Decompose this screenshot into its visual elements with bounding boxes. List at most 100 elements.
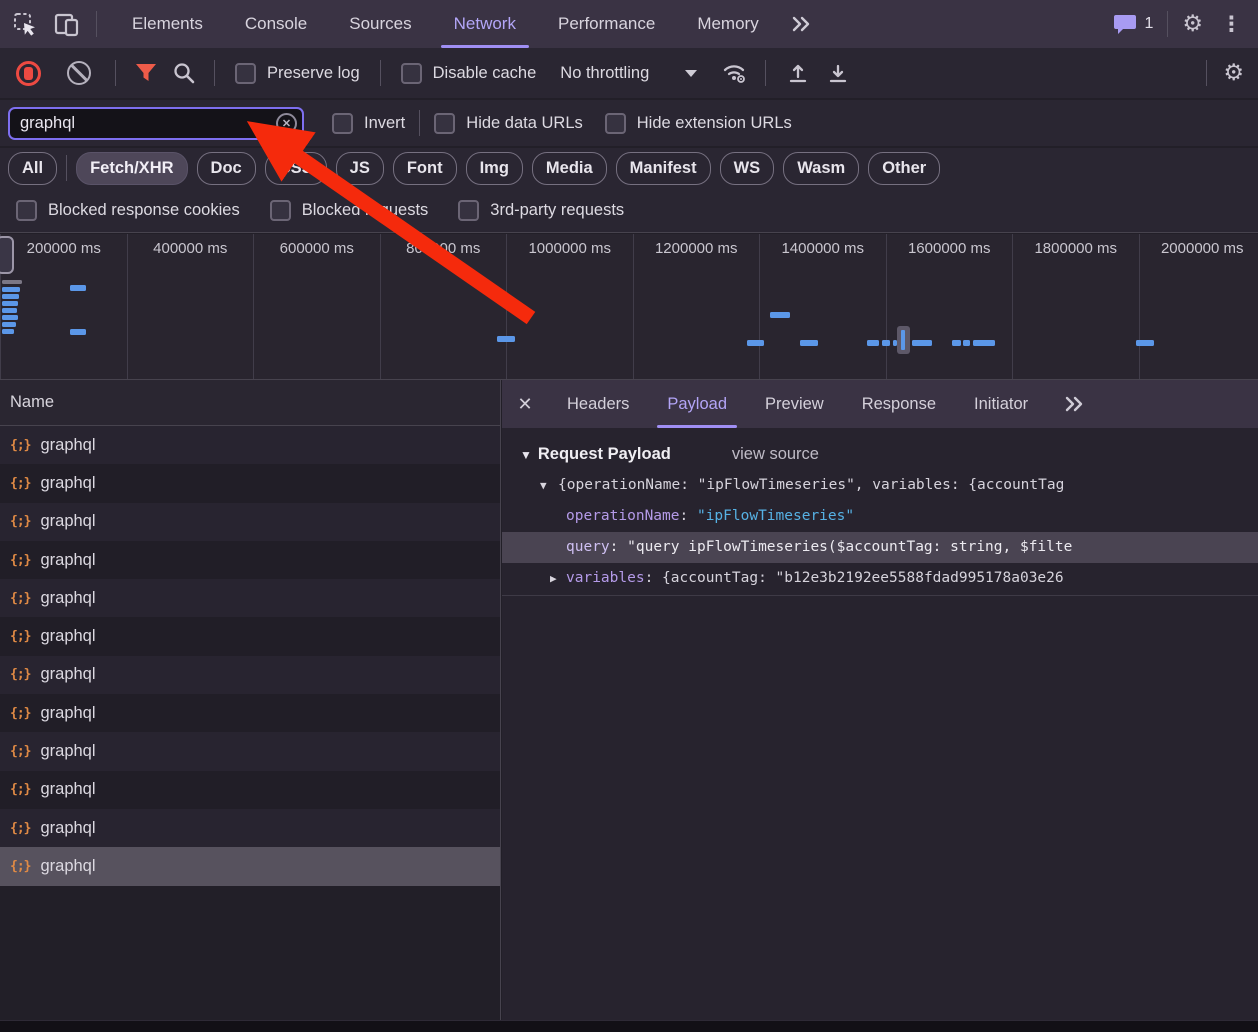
clear-filter-icon[interactable]: ✕ bbox=[276, 113, 297, 134]
request-row[interactable]: {;}graphql bbox=[0, 656, 500, 694]
tab-memory[interactable]: Memory bbox=[676, 0, 779, 48]
payload-line[interactable]: ▼{operationName: "ipFlowTimeseries", var… bbox=[502, 470, 1258, 501]
request-row[interactable]: {;}graphql bbox=[0, 771, 500, 809]
blocked-requests-checkbox[interactable] bbox=[270, 200, 291, 221]
invert-checkbox[interactable] bbox=[332, 113, 353, 134]
details-tab-preview[interactable]: Preview bbox=[746, 380, 843, 428]
kebab-menu-icon[interactable]: ⋮ bbox=[1217, 14, 1246, 35]
blocked-response-cookies-label[interactable]: Blocked response cookies bbox=[48, 201, 240, 220]
3rd-party-requests-label[interactable]: 3rd-party requests bbox=[490, 201, 624, 220]
request-row[interactable]: {;}graphql bbox=[0, 847, 500, 885]
issues-counter[interactable]: 1 bbox=[1113, 13, 1153, 35]
request-row[interactable]: {;}graphql bbox=[0, 464, 500, 502]
settings-gear-icon[interactable]: ⚙ bbox=[1182, 13, 1203, 36]
payload-key: operationName bbox=[566, 508, 680, 524]
timeline-request-bar bbox=[963, 340, 970, 346]
timeline-request-bar bbox=[2, 280, 22, 284]
3rd-party-requests-checkbox[interactable] bbox=[458, 200, 479, 221]
invert-label[interactable]: Invert bbox=[364, 114, 405, 133]
overview-scroll-handle[interactable] bbox=[0, 236, 14, 274]
disable-cache-checkbox-group: Disable cache bbox=[401, 63, 537, 84]
disable-cache-checkbox[interactable] bbox=[401, 63, 422, 84]
request-row[interactable]: {;}graphql bbox=[0, 732, 500, 770]
filter-input[interactable] bbox=[8, 107, 304, 140]
chip-all[interactable]: All bbox=[8, 152, 57, 185]
request-row[interactable]: {;}graphql bbox=[0, 426, 500, 464]
hide-extension-urls-checkbox[interactable] bbox=[605, 113, 626, 134]
timeline-request-bar bbox=[2, 315, 18, 320]
view-source-link[interactable]: view source bbox=[732, 445, 819, 464]
details-more-tabs-icon[interactable] bbox=[1053, 395, 1095, 413]
details-tab-payload[interactable]: Payload bbox=[648, 380, 746, 428]
timeline-request-bar bbox=[2, 329, 14, 334]
details-tab-initiator[interactable]: Initiator bbox=[955, 380, 1047, 428]
chip-media[interactable]: Media bbox=[532, 152, 607, 185]
timeline-request-bar bbox=[2, 308, 17, 313]
chip-font[interactable]: Font bbox=[393, 152, 457, 185]
inspect-element-icon[interactable] bbox=[8, 7, 42, 41]
request-row[interactable]: {;}graphql bbox=[0, 503, 500, 541]
request-row[interactable]: {;}graphql bbox=[0, 541, 500, 579]
timeline-tick-label: 1000000 ms bbox=[528, 240, 611, 257]
details-tab-response[interactable]: Response bbox=[843, 380, 955, 428]
tab-network[interactable]: Network bbox=[433, 0, 537, 48]
throttling-select[interactable]: No throttling bbox=[560, 64, 697, 83]
details-tab-headers[interactable]: Headers bbox=[548, 380, 648, 428]
hide-data-urls-label[interactable]: Hide data URLs bbox=[466, 114, 582, 133]
tab-console[interactable]: Console bbox=[224, 0, 328, 48]
tab-elements[interactable]: Elements bbox=[111, 0, 224, 48]
chip-other[interactable]: Other bbox=[868, 152, 940, 185]
request-row[interactable]: {;}graphql bbox=[0, 809, 500, 847]
preserve-log-label[interactable]: Preserve log bbox=[267, 64, 360, 83]
request-row[interactable]: {;}graphql bbox=[0, 617, 500, 655]
blocked-response-cookies-checkbox[interactable] bbox=[16, 200, 37, 221]
network-settings-gear-icon[interactable]: ⚙ bbox=[1223, 62, 1244, 85]
filter-icon[interactable] bbox=[134, 62, 158, 84]
request-name: graphql bbox=[40, 665, 95, 684]
payload-line[interactable]: operationName: "ipFlowTimeseries" bbox=[502, 501, 1258, 532]
json-resource-icon: {;} bbox=[10, 744, 30, 759]
clear-network-log-button[interactable] bbox=[67, 61, 91, 85]
import-har-icon[interactable] bbox=[786, 61, 810, 85]
chip-fetch-xhr[interactable]: Fetch/XHR bbox=[76, 152, 187, 185]
request-name: graphql bbox=[40, 857, 95, 876]
payload-line[interactable]: ▶variables: {accountTag: "b12e3b2192ee55… bbox=[502, 563, 1258, 594]
request-row[interactable]: {;}graphql bbox=[0, 579, 500, 617]
request-row[interactable]: {;}graphql bbox=[0, 694, 500, 732]
json-resource-icon: {;} bbox=[10, 591, 30, 606]
payload-line[interactable]: query: "query ipFlowTimeseries($accountT… bbox=[502, 532, 1258, 563]
collapse-icon[interactable]: ▼ bbox=[540, 470, 547, 501]
timeline-column: 800000 ms bbox=[380, 234, 507, 379]
blocked-requests-label[interactable]: Blocked requests bbox=[302, 201, 429, 220]
chip-wasm[interactable]: Wasm bbox=[783, 152, 859, 185]
chip-js[interactable]: JS bbox=[336, 152, 384, 185]
search-icon[interactable] bbox=[172, 61, 196, 85]
chip-img[interactable]: Img bbox=[466, 152, 523, 185]
toolbar-divider bbox=[1167, 11, 1168, 37]
more-tabs-icon[interactable] bbox=[780, 15, 822, 33]
json-resource-icon: {;} bbox=[10, 821, 30, 836]
record-network-log-button[interactable] bbox=[16, 61, 41, 86]
network-overview-timeline[interactable]: 200000 ms400000 ms600000 ms800000 ms1000… bbox=[0, 234, 1258, 380]
network-conditions-icon[interactable] bbox=[721, 61, 749, 85]
timeline-request-bar bbox=[973, 340, 995, 346]
device-toolbar-icon[interactable] bbox=[50, 7, 84, 41]
disable-cache-label[interactable]: Disable cache bbox=[433, 64, 537, 83]
network-toolbar: Preserve log Disable cache No throttling bbox=[0, 48, 1258, 98]
name-column-header[interactable]: Name bbox=[0, 380, 500, 426]
tab-sources[interactable]: Sources bbox=[328, 0, 432, 48]
expand-icon[interactable]: ▶ bbox=[550, 563, 557, 594]
chip-manifest[interactable]: Manifest bbox=[616, 152, 711, 185]
chip-ws[interactable]: WS bbox=[720, 152, 775, 185]
preserve-log-checkbox[interactable] bbox=[235, 63, 256, 84]
hide-extension-urls-label[interactable]: Hide extension URLs bbox=[637, 114, 792, 133]
chip-doc[interactable]: Doc bbox=[197, 152, 256, 185]
toolbar-divider bbox=[96, 11, 97, 37]
close-details-icon[interactable]: ✕ bbox=[502, 394, 548, 415]
tab-performance[interactable]: Performance bbox=[537, 0, 676, 48]
hide-data-urls-checkbox[interactable] bbox=[434, 113, 455, 134]
export-har-icon[interactable] bbox=[826, 61, 850, 85]
collapse-section-icon[interactable]: ▼ bbox=[520, 448, 532, 462]
main-tabs: ElementsConsoleSourcesNetworkPerformance… bbox=[111, 0, 780, 48]
chip-css[interactable]: CSS bbox=[265, 152, 327, 185]
